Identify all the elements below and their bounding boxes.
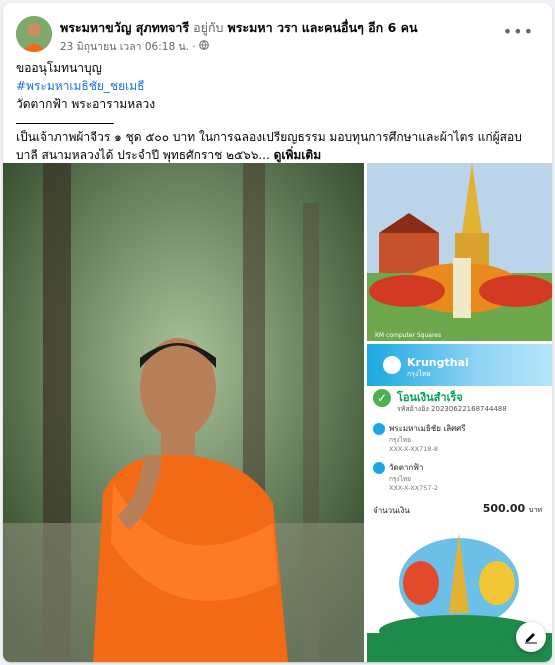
- post-date[interactable]: 23 มิถุนายน เวลา 06:18 น.: [60, 41, 189, 53]
- amount-value: 500.00 บาท: [483, 502, 542, 516]
- body-text: เป็นเจ้าภาพผ้าจีวร ๑ ชุด ๕๐๐ บาท ในการฉล…: [16, 130, 522, 162]
- meta-dot: ·: [192, 41, 196, 53]
- with-word: อยู่กับ: [193, 20, 224, 35]
- author-avatar[interactable]: [16, 16, 52, 52]
- author-name[interactable]: พระมหาขวัญ สุภททจารี: [60, 20, 189, 35]
- more-options-icon[interactable]: •••: [503, 22, 534, 41]
- see-more-link[interactable]: ดูเพิ่มเติม: [274, 148, 322, 162]
- body-line-4: เป็นเจ้าภาพผ้าจีวร ๑ ชุด ๕๐๐ บาท ในการฉล…: [16, 128, 540, 164]
- post-header: พระมหาขวัญ สุภททจารี อยู่กับ พระมหา วรา …: [16, 16, 542, 56]
- post-author-line: พระมหาขวัญ สุภททจารี อยู่กับ พระมหา วรา …: [60, 18, 418, 38]
- to-bank: กรุงไทย: [389, 475, 411, 483]
- bank-name: Krungthai: [407, 356, 469, 369]
- body-line-1: ขออนุโมทนาบุญ: [16, 61, 102, 75]
- amount-label: จำนวนเงิน: [373, 506, 410, 515]
- globe-icon: [199, 40, 209, 53]
- bank-logo-icon: [383, 356, 401, 374]
- to-name: วัดตากฟ้า: [389, 463, 424, 472]
- post-card: พระมหาขวัญ สุภททจารี อยู่กับ พระมหา วรา …: [3, 3, 552, 662]
- photo-monk[interactable]: [3, 163, 364, 662]
- transfer-ref: รหัสอ้างอิง 20230622168744488: [397, 405, 507, 413]
- success-check-icon: ✓: [373, 389, 391, 407]
- to-acct: XXX-X-XX757-2: [389, 484, 439, 492]
- currency: บาท: [529, 506, 542, 514]
- tagged-name[interactable]: พระมหา วรา: [227, 20, 297, 35]
- photo-grid: KM computer Squares Krungthai กรุงไทย ✓ …: [3, 163, 552, 662]
- edit-icon[interactable]: [516, 622, 546, 652]
- body-divider: [16, 113, 114, 124]
- from-bank: กรุงไทย: [389, 436, 411, 444]
- receipt-banner: Krungthai กรุงไทย: [367, 344, 552, 386]
- photo-poster[interactable]: [367, 523, 552, 662]
- post-body: ขออนุโมทนาบุญ #พระมหาเมธิชัย_ชยเมธี วัดต…: [16, 59, 540, 164]
- bank-sub: กรุงไทย: [407, 370, 431, 378]
- from-acct: XXX-X-XX718-8: [389, 445, 439, 453]
- post-meta: 23 มิถุนายน เวลา 06:18 น. ·: [60, 38, 209, 55]
- photo-temple[interactable]: KM computer Squares: [367, 163, 552, 341]
- to-account: วัดตากฟ้า กรุงไทย XXX-X-XX757-2: [373, 461, 438, 492]
- bank-icon: [373, 422, 385, 435]
- body-line-3: วัดตากฟ้า พระอารามหลวง: [16, 97, 156, 111]
- photo-transfer-receipt[interactable]: Krungthai กรุงไทย ✓ โอนเงินสำเร็จ รหัสอ้…: [367, 344, 552, 520]
- others-link[interactable]: และคนอื่นๆ อีก 6 คน: [302, 20, 418, 35]
- hashtag-link[interactable]: #พระมหาเมธิชัย_ชยเมธี: [16, 77, 540, 95]
- temple-caption: KM computer Squares: [375, 332, 442, 339]
- amount: 500.00: [482, 502, 526, 515]
- from-name: พระมหาเมธิชัย เลิศศรี: [389, 424, 466, 433]
- from-account: พระมหาเมธิชัย เลิศศรี กรุงไทย XXX-X-XX71…: [373, 422, 466, 453]
- bank-icon: [373, 461, 385, 474]
